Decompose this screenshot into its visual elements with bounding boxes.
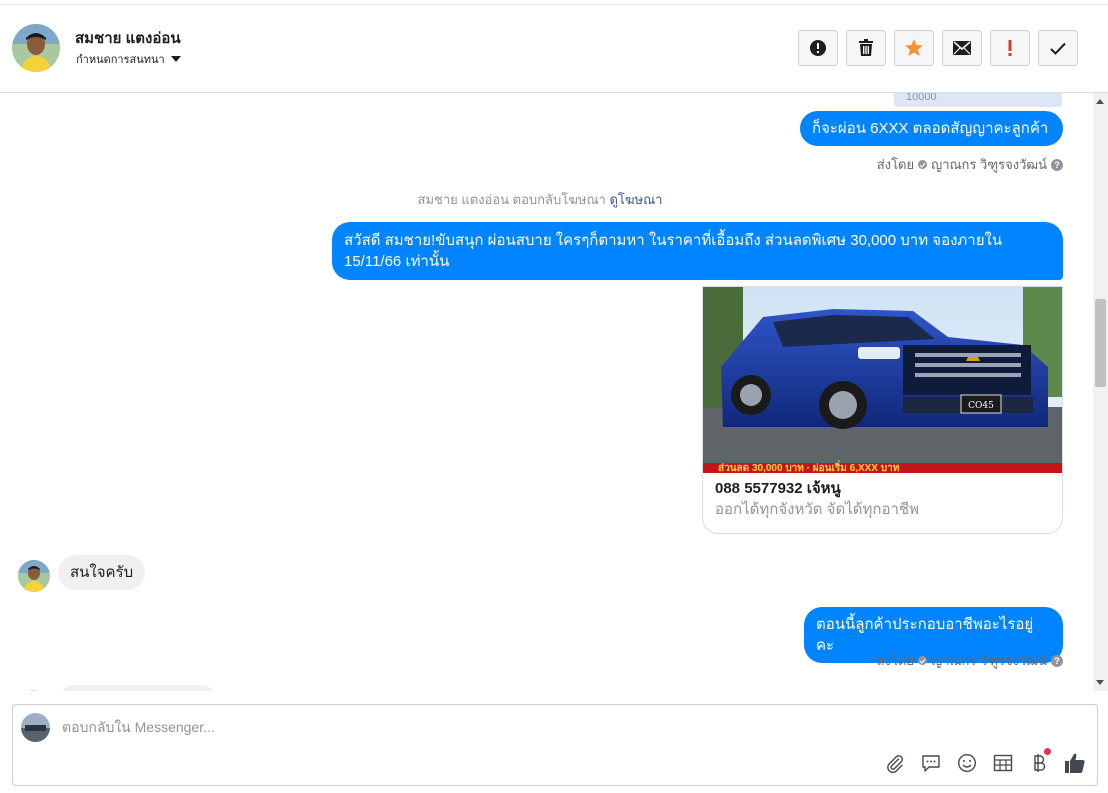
composer-toolbar [883,748,1087,775]
trash-icon [859,39,873,56]
conversation-header: สมชาย แตงอ่อน กำหนดการสนทนา [0,0,1108,93]
notification-dot [1044,748,1051,755]
sent-by-label: ส่งโดย [876,157,915,172]
envelope-icon [953,41,971,55]
ad-description: ออกได้ทุกจังหวัด จัดได้ทุกอาชีพ [715,501,919,518]
attach-button[interactable] [883,751,907,775]
verified-icon [918,656,928,665]
customer-avatar[interactable] [12,24,60,72]
saved-replies-button[interactable] [919,751,943,775]
svg-text:CO45: CO45 [968,401,994,411]
incoming-message[interactable]: สนใจครับ [58,555,146,590]
schedule-conversation-dropdown[interactable]: กำหนดการสนทนา [76,50,181,68]
help-icon[interactable]: ? [1051,158,1063,171]
star-icon [905,39,923,56]
done-button[interactable] [1038,30,1078,66]
reply-input[interactable] [62,719,962,735]
message-thread[interactable]: 10000 ก็จะผ่อน 6XXX ตลอดสัญญาคะลูกค้า ส่… [0,93,1108,691]
star-button[interactable] [894,30,934,66]
outgoing-ad-message[interactable]: สวัสดี สมชาย!ขับสนุก ผ่อนสบาย ใครๆก็ตามห… [332,222,1063,280]
customer-avatar-small[interactable] [18,560,50,592]
sent-by-label: ส่งโดย [876,653,915,668]
mark-unread-button[interactable] [942,30,982,66]
thread-scrollbar[interactable] [1093,93,1108,691]
emoji-button[interactable] [955,751,979,775]
delete-button[interactable] [846,30,886,66]
checkmark-icon [1050,42,1066,55]
message-composer [12,704,1098,786]
outgoing-message[interactable]: ก็จะผ่อน 6XXX ตลอดสัญญาคะลูกค้า [800,111,1063,146]
chat-bubble-icon [922,755,940,772]
emoji-icon [957,753,977,773]
previous-attachment-text: 10000 [906,93,937,103]
top-divider [0,4,1108,5]
spam-button[interactable] [990,30,1030,66]
sent-by-agent: ญาณกร วิฑูรจงวัฒน์ [931,157,1047,172]
view-ad-link[interactable]: ดูโฆษณา [609,192,662,207]
appointment-button[interactable] [991,751,1015,775]
payment-button[interactable] [1027,748,1051,775]
help-icon[interactable]: ? [1051,654,1063,667]
baht-icon [1034,754,1046,772]
ad-reply-text: สมชาย แตงอ่อน ตอบกลับโฆษณา [417,192,606,207]
page-avatar [21,713,50,742]
ad-reply-note: สมชาย แตงอ่อน ตอบกลับโฆษณา ดูโฆษณา [0,189,1080,210]
paperclip-icon [887,755,904,773]
customer-name: สมชาย แตงอ่อน [75,30,181,47]
exclamation-icon [1008,40,1012,56]
report-button[interactable] [798,30,838,66]
caret-down-icon [170,56,181,62]
sent-by-info: ส่งโดย ญาณกร วิฑูรจงวัฒน์ ? [877,154,1063,175]
report-icon [810,40,826,56]
thumbs-up-icon [1065,753,1085,773]
schedule-label: กำหนดการสนทนา [76,54,165,66]
sent-by-info: ส่งโดย ญาณกร วิฑูรจงวัฒน์ ? [877,650,1063,671]
scrollbar-thumb[interactable] [1095,299,1106,387]
verified-icon [918,160,928,169]
incoming-message-partial [58,685,218,691]
scroll-up-arrow-icon[interactable] [1096,99,1104,104]
ad-image[interactable]: CO45 ส่วนลด 30,000 บาท · ผ่อนเริ่ม 6,XXX… [703,287,1062,473]
sent-by-agent: ญาณกร วิฑูรจงวัฒน์ [931,653,1047,668]
customer-avatar-small [18,690,50,691]
action-toolbar [798,30,1078,66]
ad-card[interactable]: CO45 ส่วนลด 30,000 บาท · ผ่อนเริ่ม 6,XXX… [702,286,1063,534]
scroll-down-arrow-icon[interactable] [1096,680,1104,685]
previous-attachment-card: 10000 [894,93,1062,107]
table-icon [993,754,1013,772]
like-button[interactable] [1063,751,1087,775]
